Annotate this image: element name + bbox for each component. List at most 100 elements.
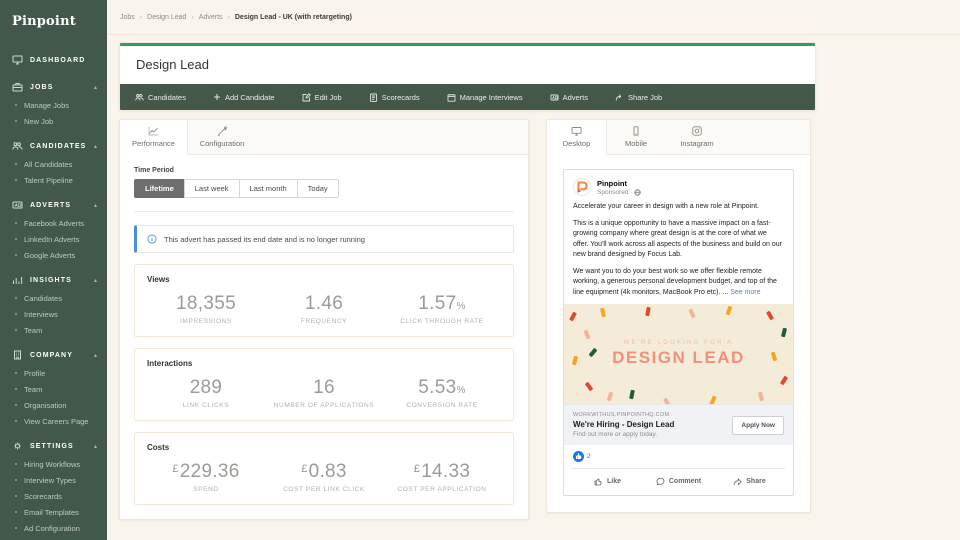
bar-chart-icon: [12, 275, 23, 285]
sidebar-item-facebook-adverts[interactable]: Facebook Adverts: [0, 215, 107, 231]
post-paragraph: Accelerate your career in design with a …: [573, 202, 784, 213]
costs-stat-card: Costs £229.36 SPEND £0.83 COST PER LINK …: [134, 432, 514, 505]
sidebar-item-view-careers-page[interactable]: View Careers Page: [0, 413, 107, 429]
candidates-button[interactable]: Candidates: [135, 93, 186, 102]
ad-creative-image[interactable]: WE'RE LOOKING FOR A DESIGN LEAD: [564, 304, 793, 404]
time-period-last-month[interactable]: Last month: [239, 179, 298, 198]
bullet-dot: [15, 163, 17, 165]
add-candidate-button[interactable]: Add Candidate: [213, 93, 275, 102]
tab-instagram[interactable]: Instagram: [665, 120, 729, 154]
collapse-caret[interactable]: ▴: [94, 143, 97, 150]
breadcrumb: Jobs › Design Lead › Adverts › Design Le…: [107, 0, 960, 35]
breadcrumb-adverts[interactable]: Adverts: [199, 14, 223, 21]
collapse-caret[interactable]: ▴: [94, 277, 97, 284]
breadcrumb-jobs[interactable]: Jobs: [120, 14, 135, 21]
collapse-caret[interactable]: ▴: [94, 202, 97, 209]
sidebar-item-insights[interactable]: INSIGHTS ▴: [0, 270, 107, 290]
collapse-caret[interactable]: ▴: [94, 84, 97, 91]
collapse-caret[interactable]: ▴: [94, 443, 97, 450]
sidebar-section-jobs: JOBS ▴ Manage Jobs New Job: [0, 77, 107, 129]
collapse-caret[interactable]: ▴: [94, 352, 97, 359]
stat-label: SPEND: [147, 486, 265, 493]
sidebar-item-candidates[interactable]: CANDIDATES ▴: [0, 136, 107, 156]
toolbar-label: Adverts: [563, 93, 588, 102]
apply-now-button[interactable]: Apply Now: [732, 416, 784, 435]
stat-value: 1.46: [265, 293, 383, 315]
pinpoint-logo-icon: [574, 179, 590, 195]
sidebar-item-jobs[interactable]: JOBS ▴: [0, 77, 107, 97]
sidebar-sublabel: View Careers Page: [24, 417, 88, 426]
sidebar-item-talent-pipeline[interactable]: Talent Pipeline: [0, 172, 107, 188]
sidebar-item-interview-types[interactable]: Interview Types: [0, 472, 107, 488]
see-more-link[interactable]: See more: [730, 289, 760, 296]
sidebar-item-insights-interviews[interactable]: Interviews: [0, 306, 107, 322]
stat-row: 289 LINK CLICKS 16 NUMBER OF APPLICATION…: [147, 377, 501, 409]
toolbar-label: Add Candidate: [225, 93, 275, 102]
like-button[interactable]: Like: [572, 472, 643, 491]
sidebar-section-adverts: ADVERTS ▴ Facebook Adverts LinkedIn Adve…: [0, 195, 107, 263]
time-period-today[interactable]: Today: [297, 179, 339, 198]
sidebar-item-insights-team[interactable]: Team: [0, 322, 107, 338]
sidebar-item-email-templates[interactable]: Email Templates: [0, 504, 107, 520]
toolbar-label: Scorecards: [382, 93, 420, 102]
building-icon: [12, 350, 23, 360]
pinpoint-wordmark[interactable]: Pinpoint: [0, 12, 107, 43]
confetti: [600, 308, 606, 318]
tab-mobile[interactable]: Mobile: [607, 120, 665, 154]
bullet-dot: [15, 329, 17, 331]
sidebar-item-insights-candidates[interactable]: Candidates: [0, 290, 107, 306]
interactions-stat-card: Interactions 289 LINK CLICKS 16 NUMBER O…: [134, 348, 514, 421]
sidebar-item-new-job[interactable]: New Job: [0, 113, 107, 129]
post-header: Pinpoint Sponsored ·: [564, 170, 793, 202]
banner-text: This advert has passed its end date and …: [164, 235, 365, 244]
share-button[interactable]: Share: [714, 472, 785, 491]
sidebar-item-scorecards[interactable]: Scorecards: [0, 488, 107, 504]
stat-click-through-rate: 1.57% CLICK THROUGH RATE: [383, 293, 501, 325]
post-author[interactable]: Pinpoint: [597, 179, 641, 188]
thumb-icon: [594, 477, 603, 486]
sidebar-item-linkedin-adverts[interactable]: LinkedIn Adverts: [0, 231, 107, 247]
sidebar-item-dashboard[interactable]: DASHBOARD: [0, 50, 107, 70]
sidebar-item-google-adverts[interactable]: Google Adverts: [0, 247, 107, 263]
sidebar-item-settings[interactable]: SETTINGS ▴: [0, 436, 107, 456]
plus-icon: [213, 93, 221, 101]
sidebar-sublabel: New Job: [24, 117, 53, 126]
sidebar-item-organisation[interactable]: Organisation: [0, 397, 107, 413]
sidebar-item-hiring-workflows[interactable]: Hiring Workflows: [0, 456, 107, 472]
performance-panel: Performance Configuration Time Period Li…: [119, 119, 529, 520]
sidebar-item-company-team[interactable]: Team: [0, 381, 107, 397]
tab-desktop[interactable]: Desktop: [547, 120, 607, 155]
reaction-count[interactable]: 2: [587, 453, 591, 460]
stat-impressions: 18,355 IMPRESSIONS: [147, 293, 265, 325]
share-job-button[interactable]: Share Job: [615, 93, 662, 102]
sidebar-item-all-candidates[interactable]: All Candidates: [0, 156, 107, 172]
stat-label: IMPRESSIONS: [147, 318, 265, 325]
sidebar-item-ad-configuration[interactable]: Ad Configuration: [0, 520, 107, 536]
adverts-button[interactable]: Adverts: [550, 93, 588, 102]
post-text: Accelerate your career in design with a …: [564, 202, 793, 298]
time-period-lifetime[interactable]: Lifetime: [134, 179, 185, 198]
confetti: [779, 376, 787, 386]
performance-body: Time Period Lifetime Last week Last mont…: [120, 155, 528, 519]
comment-button[interactable]: Comment: [643, 472, 714, 491]
stat-conversion-rate: 5.53% CONVERSION RATE: [383, 377, 501, 409]
link-preview-bar[interactable]: WORKWITHUS.PINPOINTHQ.COM We're Hiring -…: [564, 404, 793, 445]
sidebar-item-company[interactable]: COMPANY ▴: [0, 345, 107, 365]
sidebar-item-adverts[interactable]: ADVERTS ▴: [0, 195, 107, 215]
sidebar-label: INSIGHTS: [30, 277, 87, 284]
time-period-last-week[interactable]: Last week: [184, 179, 240, 198]
like-badge-icon[interactable]: [573, 451, 584, 462]
manage-interviews-button[interactable]: Manage Interviews: [447, 93, 523, 102]
breadcrumb-design-lead[interactable]: Design Lead: [147, 14, 186, 21]
link-title: We're Hiring - Design Lead: [573, 420, 674, 429]
confetti: [725, 306, 732, 316]
sidebar-item-manage-jobs[interactable]: Manage Jobs: [0, 97, 107, 113]
tab-configuration[interactable]: Configuration: [188, 120, 256, 154]
scorecards-button[interactable]: Scorecards: [369, 93, 420, 102]
views-stat-card: Views 18,355 IMPRESSIONS 1.46 FREQUENCY: [134, 264, 514, 337]
sidebar-label: ADVERTS: [30, 202, 87, 209]
edit-job-button[interactable]: Edit Job: [302, 93, 342, 102]
sidebar-section-dashboard: DASHBOARD: [0, 50, 107, 70]
tab-performance[interactable]: Performance: [120, 120, 188, 155]
sidebar-item-profile[interactable]: Profile: [0, 365, 107, 381]
